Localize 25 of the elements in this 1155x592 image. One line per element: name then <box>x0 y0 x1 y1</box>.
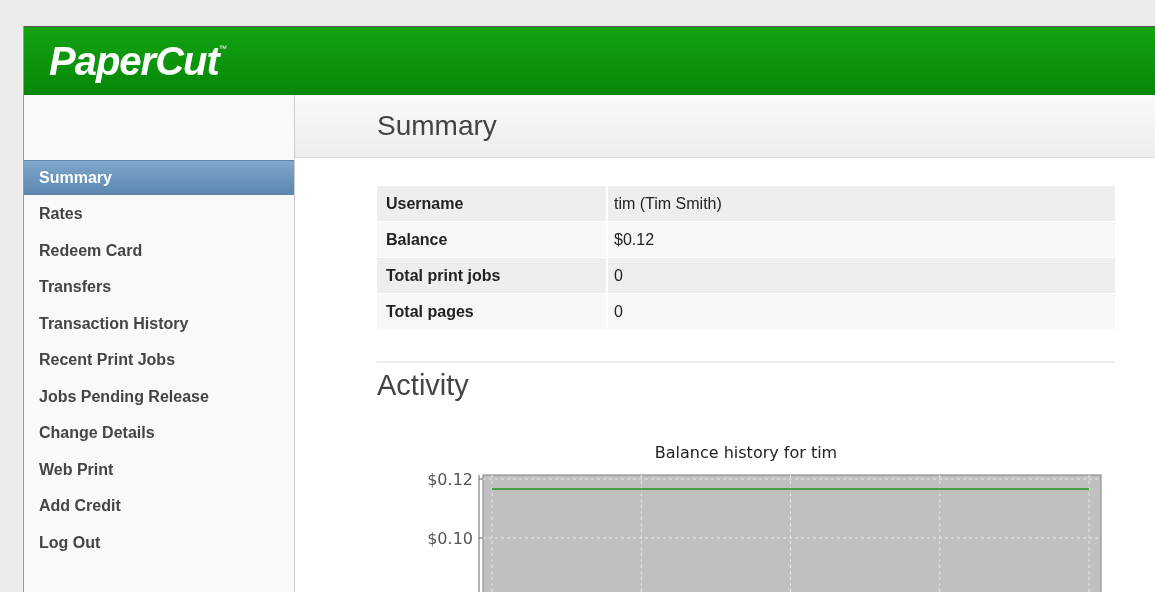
y-tick-label: $0.12 <box>427 470 473 489</box>
table-cell: Total pages <box>377 294 606 329</box>
table-cell: $0.12 <box>608 222 1115 257</box>
table-cell: 0 <box>608 294 1115 329</box>
sidebar-item[interactable]: Transfers <box>24 269 294 305</box>
table-cell: Username <box>377 186 606 221</box>
chart-title: Balance history for tim <box>654 443 838 462</box>
sidebar-item[interactable]: Rates <box>24 196 294 232</box>
y-tick-label: $0.10 <box>427 529 473 548</box>
sidebar-item[interactable]: Web Print <box>24 452 294 487</box>
sidebar-item[interactable]: Log Out <box>24 525 294 560</box>
sidebar-item[interactable]: Redeem Card <box>24 233 294 268</box>
table-cell: Balance <box>377 222 606 257</box>
sidebar-item[interactable]: Transaction History <box>24 306 294 341</box>
table-cell: tim (Tim Smith) <box>608 186 1115 221</box>
sidebar-item[interactable]: Add Credit <box>24 488 294 524</box>
page-title: Summary <box>377 109 497 143</box>
table-cell: 0 <box>608 258 1115 293</box>
logo: PaperCut <box>49 41 219 81</box>
section-heading: Activity <box>377 371 470 400</box>
sidebar-item[interactable]: Change Details <box>24 415 294 451</box>
sidebar-item[interactable]: Recent Print Jobs <box>24 342 294 378</box>
sidebar-item[interactable]: Jobs Pending Release <box>24 379 294 414</box>
table-cell: Total print jobs <box>377 258 606 293</box>
trademark: ™ <box>218 43 227 53</box>
